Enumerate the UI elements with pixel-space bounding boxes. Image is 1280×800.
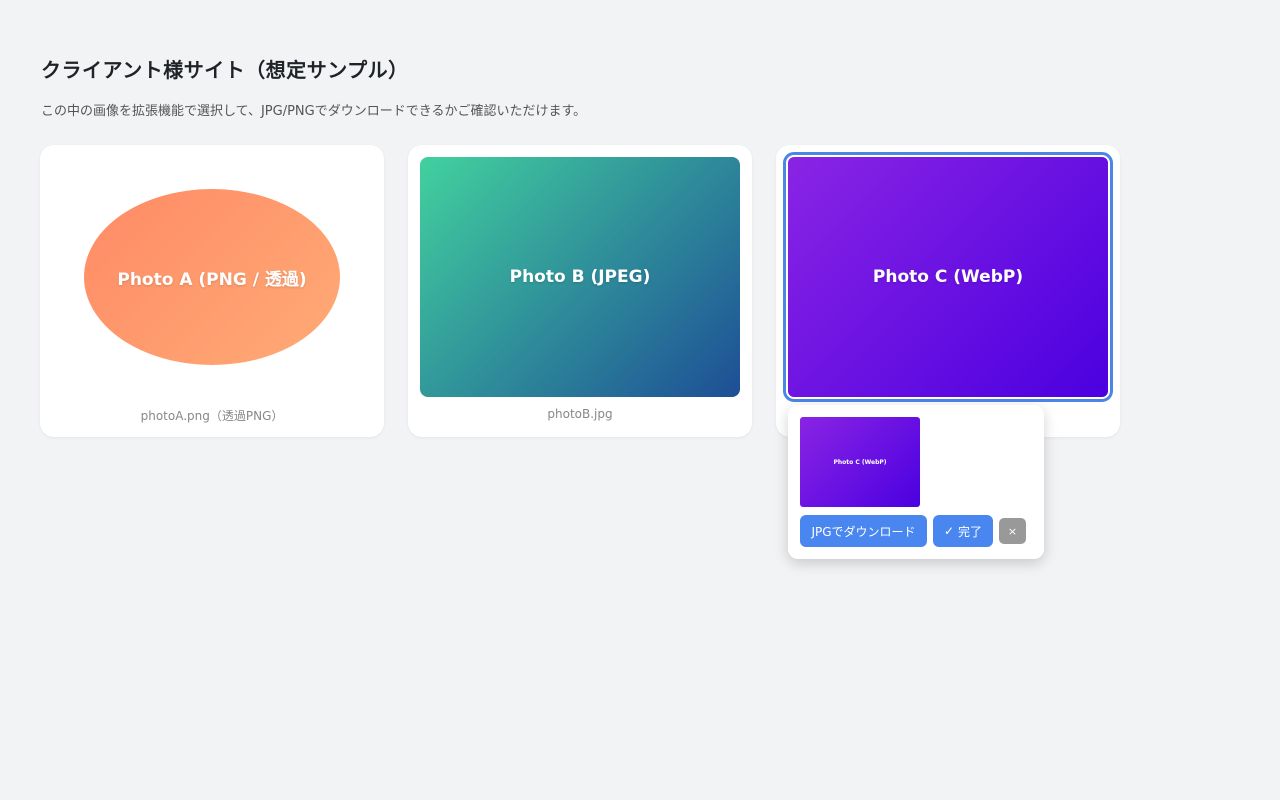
- done-button[interactable]: ✓ 完了: [933, 515, 993, 547]
- thumbnail-label: Photo C (WebP): [833, 458, 887, 466]
- photo-b-label: Photo B (JPEG): [509, 267, 651, 287]
- selected-image-thumbnail: Photo C (WebP): [800, 417, 920, 507]
- page-title: クライアント様サイト（想定サンプル）: [41, 58, 409, 82]
- photo-a-label: Photo A (PNG / 透過): [117, 269, 307, 290]
- download-popup: Photo C (WebP) JPGでダウンロード ✓ 完了 ×: [788, 405, 1044, 559]
- done-label: 完了: [958, 524, 983, 539]
- photo-c-image-selected[interactable]: Photo C (WebP): [783, 152, 1113, 402]
- check-icon: ✓: [943, 524, 955, 538]
- download-jpg-button[interactable]: JPGでダウンロード: [800, 515, 927, 547]
- photo-card-a: Photo A (PNG / 透過) photoA.png（透過PNG）: [40, 145, 384, 437]
- close-button[interactable]: ×: [999, 518, 1026, 544]
- page-subtitle: この中の画像を拡張機能で選択して、JPG/PNGでダウンロードできるかご確認いた…: [41, 104, 587, 119]
- photo-a-image[interactable]: Photo A (PNG / 透過): [84, 189, 340, 365]
- photo-card-c: Photo C (WebP): [776, 145, 1120, 437]
- photo-b-image[interactable]: Photo B (JPEG): [420, 157, 740, 397]
- photo-b-caption: photoB.jpg: [547, 407, 613, 421]
- download-jpg-label: JPGでダウンロード: [811, 524, 916, 539]
- photo-card-b: Photo B (JPEG) photoB.jpg: [408, 145, 752, 437]
- photo-c-label: Photo C (WebP): [872, 267, 1024, 287]
- close-icon: ×: [1007, 524, 1018, 538]
- photo-a-caption: photoA.png（透過PNG）: [140, 409, 284, 423]
